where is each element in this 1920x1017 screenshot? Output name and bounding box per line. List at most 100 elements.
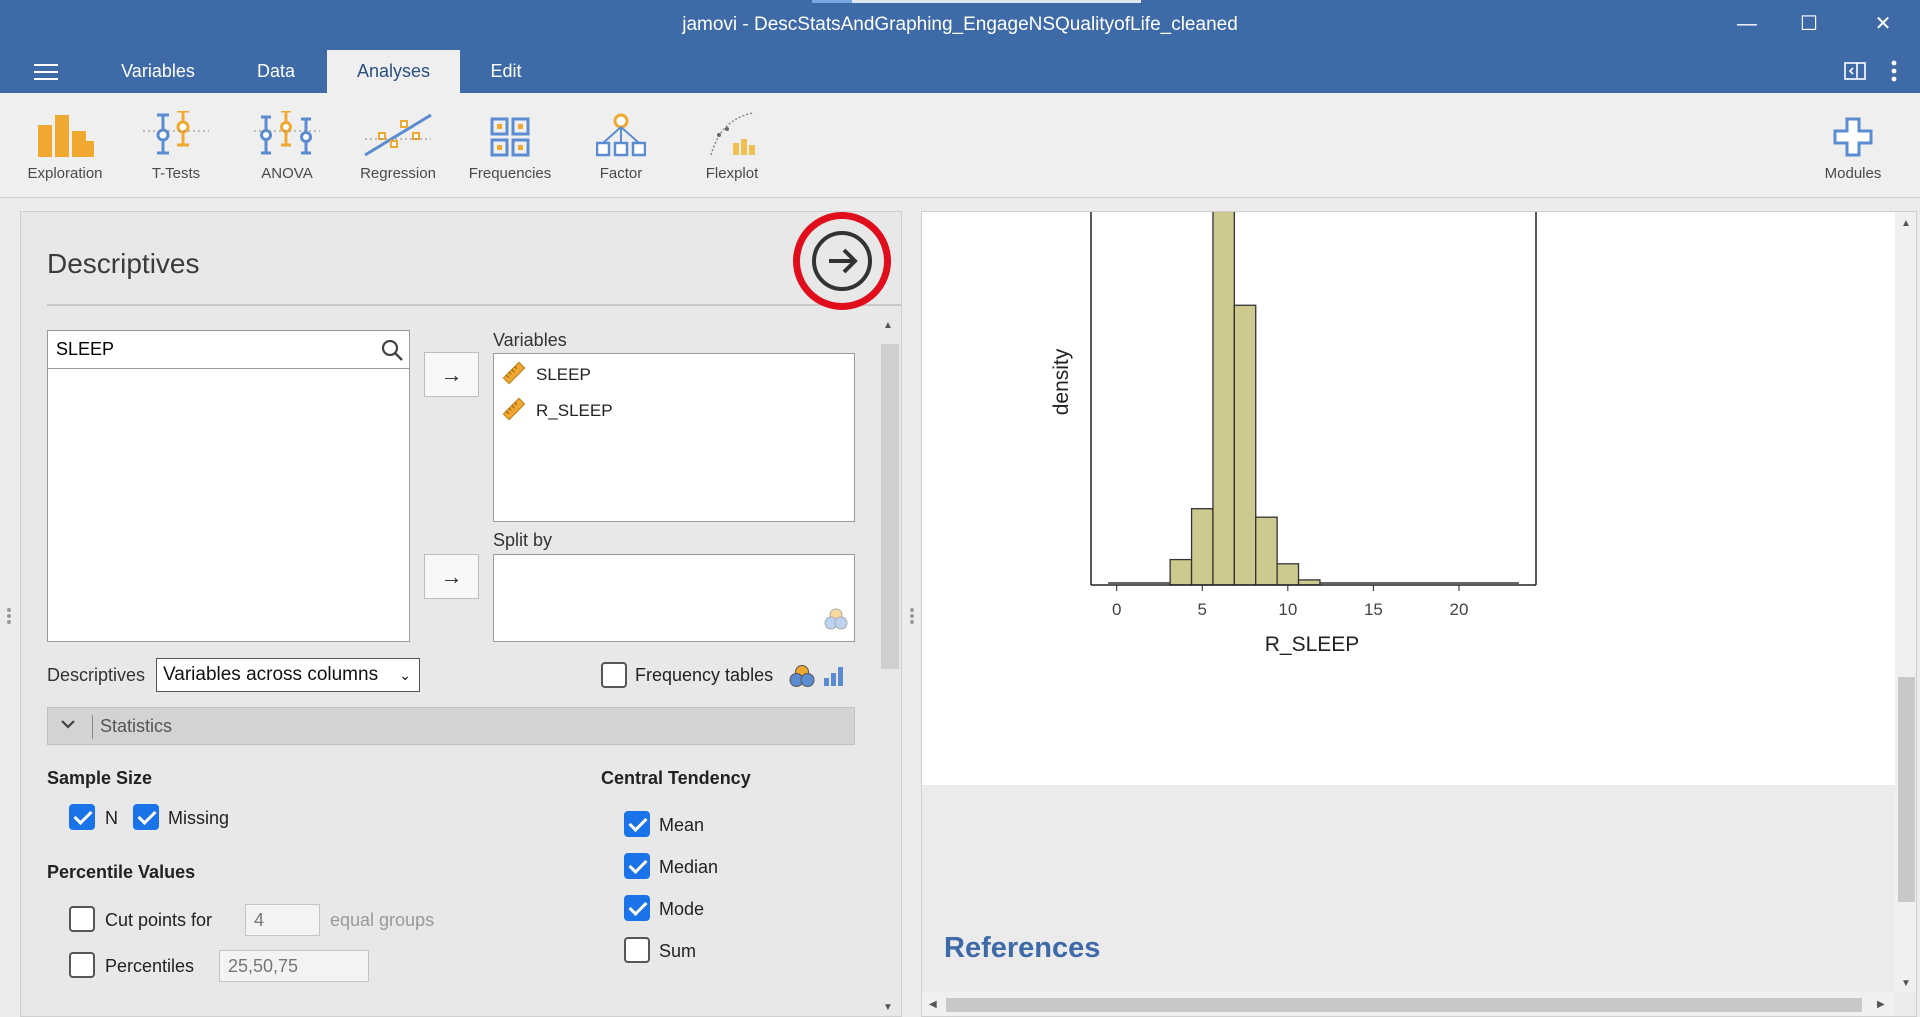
mean-checkbox[interactable] <box>624 811 650 837</box>
move-to-variables-button[interactable]: → <box>424 352 479 397</box>
cut-points-checkbox[interactable] <box>69 906 95 932</box>
results-panel: 0 5 10 15 20 density R_SLEEP References ▲ ▼ … <box>921 211 1917 1017</box>
title-bar: jamovi - DescStatsAndGraphing_EngageNSQu… <box>0 0 1920 48</box>
n-checkbox[interactable] <box>69 804 95 830</box>
list-item[interactable]: R_SLEEP <box>502 396 613 426</box>
descriptives-options-panel: Descriptives → → Variables SLEEP <box>20 211 902 1017</box>
histogram-bar <box>1297 579 1321 586</box>
histogram-plot: 0 5 10 15 20 density R_SLEEP <box>922 212 1895 785</box>
continuous-variable-icon <box>502 361 526 390</box>
frequency-tables-checkbox[interactable] <box>601 662 627 688</box>
flexplot-button[interactable]: Flexplot <box>677 109 787 182</box>
left-splitter-handle[interactable] <box>7 606 13 628</box>
arrow-right-icon: → <box>440 564 463 589</box>
move-to-split-by-button[interactable]: → <box>424 554 479 599</box>
histogram-bar <box>1255 516 1278 586</box>
split-by-label: Split by <box>493 530 553 550</box>
x-tick-label: 5 <box>1198 600 1207 619</box>
missing-label: Missing <box>168 808 230 828</box>
frequency-tables-label: Frequency tables <box>635 665 774 685</box>
close-button[interactable]: ✕ <box>1860 6 1906 42</box>
search-icon[interactable] <box>381 339 403 366</box>
regression-button[interactable]: Regression <box>343 109 453 182</box>
maximize-button[interactable]: ☐ <box>1786 6 1832 42</box>
percentiles-input[interactable]: 25,50,75 <box>219 950 369 982</box>
window-title: jamovi - DescStatsAndGraphing_EngageNSQu… <box>682 14 1238 35</box>
middle-splitter-handle[interactable] <box>910 606 916 628</box>
split-by-target-list[interactable] <box>493 554 855 642</box>
x-tick-label: 20 <box>1450 600 1469 619</box>
percentiles-checkbox[interactable] <box>69 952 95 978</box>
minimize-button[interactable]: — <box>1724 6 1770 42</box>
tab-data[interactable]: Data <box>218 50 334 93</box>
scroll-right-icon[interactable]: ▶ <box>1877 999 1885 1010</box>
missing-checkbox[interactable] <box>133 804 159 830</box>
results-vertical-scrollbar[interactable]: ▲ ▼ <box>1895 212 1916 992</box>
tab-analyses[interactable]: Analyses <box>327 50 460 93</box>
frequencies-button[interactable]: Frequencies <box>455 109 565 182</box>
arrow-right-icon: → <box>440 362 463 387</box>
tab-variables[interactable]: Variables <box>98 50 218 93</box>
run-analysis-button[interactable] <box>793 212 891 310</box>
scroll-down-icon[interactable]: ▼ <box>883 1002 893 1013</box>
tab-edit[interactable]: Edit <box>462 50 550 93</box>
references-heading: References <box>944 932 1101 964</box>
histogram-bar <box>1169 558 1193 586</box>
scroll-up-icon[interactable]: ▲ <box>1901 218 1911 229</box>
anova-button[interactable]: ANOVA <box>232 109 342 182</box>
scroll-up-icon[interactable]: ▲ <box>883 320 893 331</box>
mean-label: Mean <box>659 815 705 835</box>
t-tests-button[interactable]: T-Tests <box>121 109 231 182</box>
list-item[interactable]: SLEEP <box>502 360 591 390</box>
modules-button[interactable]: Modules <box>1798 109 1908 182</box>
y-axis-label: density <box>1050 348 1073 415</box>
hamburger-menu-icon[interactable] <box>34 64 58 80</box>
equal-groups-label: equal groups <box>330 910 435 930</box>
mode-checkbox[interactable] <box>624 895 650 921</box>
results-horizontal-scrollbar[interactable]: ◀ ▶ <box>922 992 1895 1016</box>
mode-label: Mode <box>659 899 705 919</box>
title-divider <box>47 304 901 306</box>
scrollbar-thumb[interactable] <box>881 344 899 669</box>
variables-label: Variables <box>493 330 567 350</box>
factor-button[interactable]: Factor <box>566 109 676 182</box>
arrow-right-circle-icon <box>812 231 872 291</box>
scrollbar-thumb[interactable] <box>946 998 1862 1012</box>
statistics-section-header[interactable]: Statistics <box>47 707 855 745</box>
descriptives-layout-select[interactable]: Variables across columns ⌄ <box>156 658 420 692</box>
more-options-icon[interactable] <box>1891 60 1897 87</box>
histogram-bar <box>1190 508 1214 586</box>
nominal-variable-icon <box>824 608 848 635</box>
scroll-down-icon[interactable]: ▼ <box>1901 978 1911 989</box>
exploration-icon <box>10 109 120 157</box>
x-tick-label: 10 <box>1278 600 1297 619</box>
t-tests-icon <box>121 109 231 157</box>
cut-points-input[interactable]: 4 <box>245 904 320 936</box>
panel-title: Descriptives <box>47 248 200 279</box>
histogram-bar <box>1212 212 1235 586</box>
scrollbar-thumb[interactable] <box>1898 677 1915 902</box>
variable-search-input[interactable] <box>48 331 348 368</box>
cut-points-label: Cut points for <box>105 910 213 930</box>
options-scrollbar[interactable]: ▲ ▼ <box>879 314 901 1016</box>
sum-label: Sum <box>659 941 697 961</box>
continuous-variable-icon <box>502 397 526 426</box>
regression-icon <box>343 109 453 157</box>
sum-checkbox[interactable] <box>624 937 650 963</box>
exploration-button[interactable]: Exploration <box>10 109 120 182</box>
sample-size-title: Sample Size <box>47 768 153 788</box>
variables-target-list[interactable]: SLEEP R_SLEEP <box>493 353 855 522</box>
plus-icon <box>1798 109 1908 157</box>
toggle-panel-icon[interactable] <box>1844 62 1866 85</box>
histogram-bar <box>1233 304 1257 586</box>
histogram-bar <box>1276 563 1300 586</box>
progress-bar <box>812 0 1141 3</box>
ordinal-variable-icon <box>823 665 845 692</box>
source-variables-list[interactable] <box>47 330 410 642</box>
flexplot-icon <box>677 109 787 157</box>
variable-name: R_SLEEP <box>536 401 613 420</box>
scroll-left-icon[interactable]: ◀ <box>929 999 937 1010</box>
frequencies-icon <box>455 109 565 157</box>
median-checkbox[interactable] <box>624 853 650 879</box>
percentiles-label: Percentiles <box>105 956 195 976</box>
